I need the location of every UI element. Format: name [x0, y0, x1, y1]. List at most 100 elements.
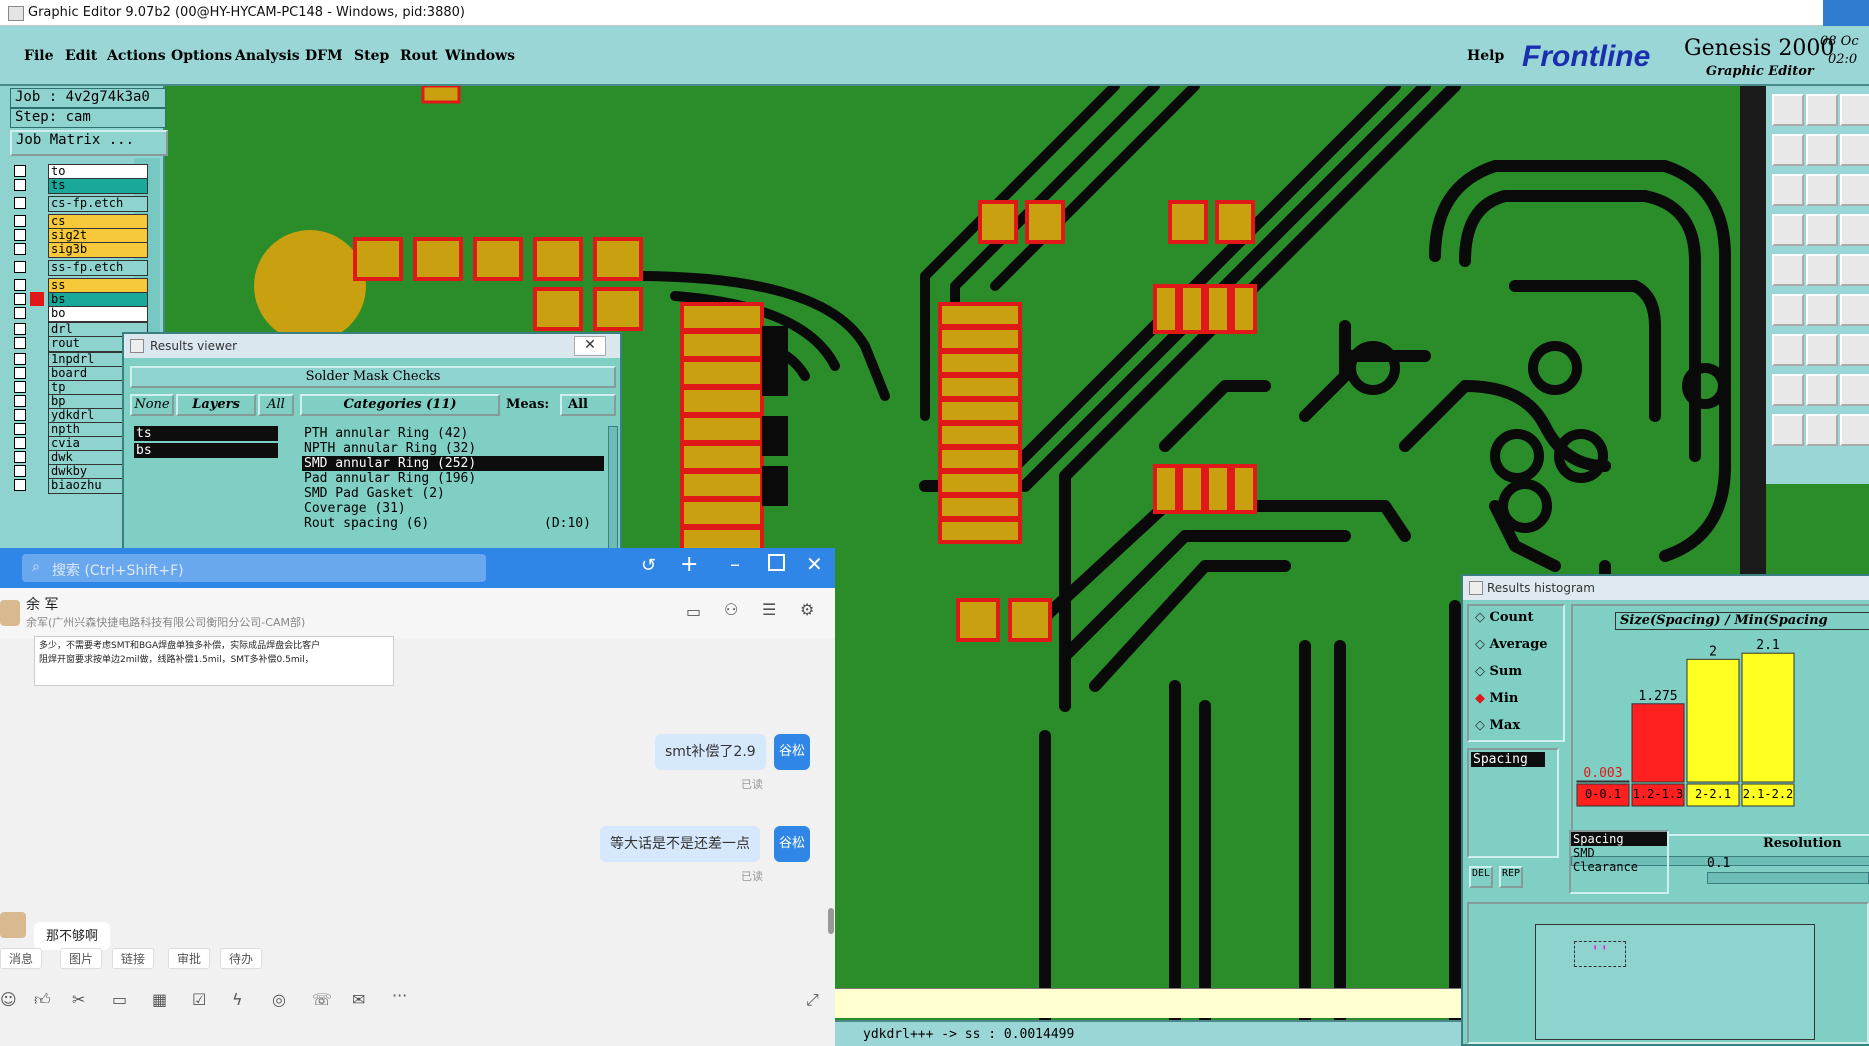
layer-color-swatch[interactable] — [30, 242, 44, 256]
center-icon[interactable] — [1806, 174, 1838, 206]
option-max[interactable]: ◇ Max — [1475, 718, 1520, 733]
category-item[interactable]: NPTH annular Ring (32) — [302, 441, 604, 456]
menu-dfm[interactable]: DFM — [305, 48, 343, 64]
layer-name[interactable]: bo — [48, 306, 148, 322]
thumbs-up-icon[interactable]: 👍︎ — [34, 990, 51, 1010]
menu-actions[interactable]: Actions — [107, 48, 166, 64]
zoom-home-icon[interactable] — [1772, 94, 1804, 126]
lightning-icon[interactable]: ϟ — [232, 990, 243, 1009]
list-item[interactable]: bs — [134, 443, 278, 458]
layer-checkbox[interactable] — [14, 337, 26, 349]
search-input[interactable]: ⌕ 搜索 (Ctrl+Shift+F) — [22, 554, 486, 582]
rotate-icon[interactable] — [1840, 294, 1869, 326]
layer-color-swatch[interactable] — [30, 260, 44, 274]
histogram-bar[interactable] — [1631, 703, 1685, 783]
radio-icon[interactable]: ◇ — [1475, 664, 1490, 679]
layer-color-swatch[interactable] — [30, 436, 44, 450]
image-message[interactable]: 多少，不需要考虑SMT和BGA焊盘单独多补偿，实际成品焊盘会比客户 阻焊开窗要求… — [34, 636, 394, 686]
rep-button[interactable]: REP — [1499, 866, 1523, 888]
layer-color-swatch[interactable] — [30, 394, 44, 408]
layer-color-swatch[interactable] — [30, 306, 44, 320]
quick-tab[interactable]: 图片 — [60, 948, 103, 969]
quick-tab[interactable]: 待办 — [220, 948, 263, 969]
emoji-icon[interactable]: ☺ — [0, 990, 17, 1009]
quick-tab[interactable]: 消息 — [0, 948, 43, 969]
message-bubble[interactable]: 等大话是不是还差一点 — [600, 826, 760, 862]
list-item[interactable]: Spacing — [1571, 832, 1667, 846]
snap-icon[interactable] — [1840, 214, 1869, 246]
layer-color-swatch[interactable] — [30, 380, 44, 394]
layer-checkbox[interactable] — [14, 353, 26, 365]
layer-row[interactable]: ss — [14, 278, 148, 294]
category-item[interactable]: SMD Pad Gasket (2) — [302, 486, 604, 501]
layer-row[interactable]: bs — [14, 292, 148, 308]
layer-row[interactable]: bp — [14, 394, 148, 410]
layer-color-swatch[interactable] — [30, 422, 44, 436]
shape-icon[interactable] — [1806, 414, 1838, 446]
layer-color-swatch[interactable] — [30, 164, 44, 178]
layer-row[interactable]: to — [14, 164, 148, 180]
layers-button[interactable]: Layers — [176, 394, 256, 416]
layer-checkbox[interactable] — [14, 479, 26, 491]
categories-button[interactable]: Categories (11) — [300, 394, 500, 416]
layer-color-swatch[interactable] — [30, 366, 44, 380]
pan-icon[interactable] — [1840, 134, 1869, 166]
layers-icon[interactable] — [1772, 214, 1804, 246]
add-icon[interactable]: + — [680, 552, 698, 577]
mail-icon[interactable]: ✉ — [352, 990, 365, 1009]
histogram-bar[interactable] — [1576, 780, 1630, 783]
chat-scrollbar[interactable] — [828, 908, 834, 934]
layer-color-swatch[interactable] — [30, 336, 44, 350]
layer-color-swatch[interactable] — [30, 278, 44, 292]
radio-icon[interactable]: ◇ — [1475, 637, 1490, 652]
menu-file[interactable]: File — [24, 48, 53, 64]
radio-icon[interactable]: ◇ — [1475, 610, 1490, 625]
menu-rout[interactable]: Rout — [400, 48, 438, 64]
folder-add-icon[interactable]: ▭ — [112, 990, 127, 1009]
layer-row[interactable]: rout — [14, 336, 148, 352]
quick-tab[interactable]: 审批 — [168, 948, 211, 969]
maximize-icon[interactable] — [768, 554, 785, 571]
category-scrollbar[interactable] — [608, 426, 618, 552]
measure-icon[interactable] — [1772, 374, 1804, 406]
sender-avatar[interactable]: 谷松 — [774, 734, 810, 770]
category-item[interactable]: Pad annular Ring (196) — [302, 471, 604, 486]
sender-avatar[interactable]: 谷松 — [774, 826, 810, 862]
layer-checkbox[interactable] — [14, 409, 26, 421]
layer-color-swatch[interactable] — [30, 478, 44, 492]
histogram-bar[interactable] — [1741, 652, 1795, 783]
triangle-icon[interactable] — [1772, 414, 1804, 446]
layer-checkbox[interactable] — [14, 381, 26, 393]
job-matrix-button[interactable]: Job Matrix ... — [10, 130, 168, 156]
layer-checkbox[interactable] — [14, 465, 26, 477]
layer-name[interactable]: ts — [48, 178, 148, 194]
arrow-icon[interactable] — [1840, 334, 1869, 366]
option-sum[interactable]: ◇ Sum — [1475, 664, 1522, 679]
search-history-icon[interactable]: ☰ — [762, 600, 776, 619]
layer-checkbox[interactable] — [14, 437, 26, 449]
menu-help[interactable]: Help — [1467, 48, 1504, 64]
layer-color-swatch[interactable] — [30, 464, 44, 478]
layer-color-swatch[interactable] — [30, 292, 44, 306]
layer-row[interactable]: biaozhu — [14, 478, 148, 494]
minus-icon[interactable] — [1806, 374, 1838, 406]
add-user-icon[interactable]: ⚇ — [724, 600, 738, 619]
layer-color-swatch[interactable] — [30, 450, 44, 464]
list-item[interactable]: Clearance — [1571, 860, 1667, 874]
histogram-titlebar[interactable]: Results histogram — [1463, 576, 1869, 600]
draw-arc-icon[interactable] — [1806, 334, 1838, 366]
meeting-icon[interactable]: ◎ — [272, 990, 286, 1009]
layer-checkbox[interactable] — [14, 179, 26, 191]
layer-row[interactable]: board — [14, 366, 148, 382]
cross-icon[interactable] — [1806, 294, 1838, 326]
layer-row[interactable]: tp — [14, 380, 148, 396]
phone-icon[interactable]: ☏ — [312, 990, 332, 1009]
category-item[interactable]: Coverage (31) — [302, 501, 604, 516]
layer-row[interactable]: bo — [14, 306, 148, 322]
layer-row[interactable]: sig3b — [14, 242, 148, 258]
copy-icon[interactable] — [1806, 254, 1838, 286]
layer-checkbox[interactable] — [14, 229, 26, 241]
layer-checkbox[interactable] — [14, 323, 26, 335]
layer-checkbox[interactable] — [14, 293, 26, 305]
layer-row[interactable]: sig2t — [14, 228, 148, 244]
